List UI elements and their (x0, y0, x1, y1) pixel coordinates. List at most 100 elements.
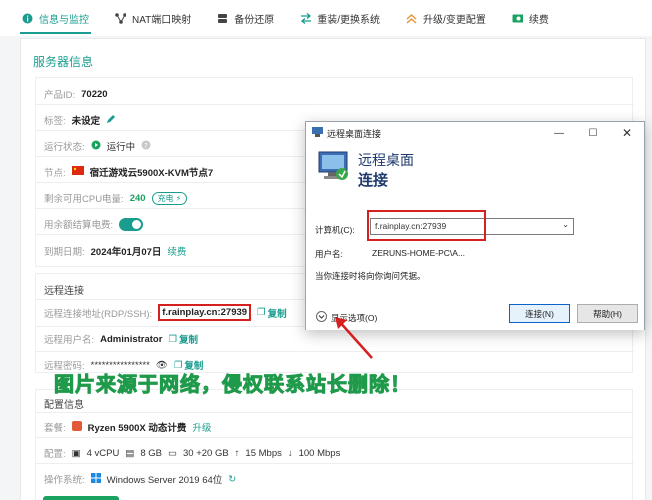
username-label: 用户名: (315, 249, 343, 259)
money-icon (512, 13, 523, 24)
cpu-icon: ▣ (71, 447, 81, 459)
maximize-button[interactable]: ☐ (576, 122, 610, 144)
dialog-heading-line2: 连接 (358, 172, 389, 189)
tab-backup[interactable]: 备份还原 (217, 0, 274, 36)
spec-up: 15 Mbps (245, 447, 282, 459)
cpu-value: 240 (129, 192, 146, 204)
os-value: Windows Server 2019 64位 (106, 475, 223, 486)
action-button[interactable] (43, 496, 119, 500)
spec-ram: 8 GB (140, 447, 162, 459)
cpu-label: 剩余可用CPU电量: (44, 194, 124, 205)
remote-user-value: Administrator (100, 333, 163, 345)
balance-row: 用余额结算电费: (44, 217, 144, 231)
windows-icon (90, 472, 101, 486)
database-icon (217, 13, 228, 24)
tab-info-monitor[interactable]: 信息与监控 (20, 0, 91, 36)
tag-row: 标签: 未设定 (44, 113, 116, 127)
upgrade-link[interactable]: 升级 (192, 420, 211, 434)
tab-label: 升级/变更配置 (423, 14, 486, 26)
spec-disk: 30 +20 GB (182, 447, 229, 459)
help-button[interactable]: 帮助(H) (577, 304, 638, 323)
play-icon (91, 140, 101, 153)
tab-nat[interactable]: NAT端口映射 (115, 0, 191, 36)
amd-icon (71, 420, 82, 434)
balance-toggle[interactable] (119, 217, 144, 231)
plan-value: Ryzen 5900X 动态计费 (87, 423, 187, 434)
dialog-header: 远程桌面 连接 (306, 144, 644, 194)
product-id-row: 产品ID: 70220 (44, 87, 108, 102)
ram-icon: ▤ (125, 447, 135, 459)
expand-circle-icon[interactable] (316, 311, 327, 325)
tag-label: 标签: (44, 116, 66, 127)
rdp-dialog: 远程桌面连接 — ☐ ✕ 远程桌面 连接 计算机(C): f.rainplay.… (305, 121, 645, 330)
page-title: 服务器信息 (33, 55, 94, 69)
tab-label: 续费 (528, 14, 549, 26)
top-nav: 信息与监控 NAT端口映射 备份还原 重装/更换系统 升级/变更配置 续费 (0, 0, 652, 36)
dialog-title: 远程桌面连接 (327, 128, 382, 139)
divider (36, 412, 634, 413)
node-value: 宿迁游戏云5900X-KVM节点7 (89, 168, 214, 179)
watermark-text: 图片来源于网络，侵权联系站长删除！ (54, 374, 411, 397)
help-icon[interactable]: ? (141, 140, 151, 153)
expire-label: 到期日期: (44, 247, 85, 258)
os-row: 操作系统: Windows Server 2019 64位 ↻ (44, 472, 236, 486)
divider (36, 104, 634, 105)
tab-renew[interactable]: 续费 (512, 0, 549, 36)
remote-addr-label: 远程连接地址(RDP/SSH): (44, 308, 153, 320)
svg-text:?: ? (144, 142, 148, 150)
tab-label: 备份还原 (234, 14, 275, 26)
refresh-icon[interactable]: ↻ (228, 474, 236, 485)
copy-addr-button[interactable]: ❐ 复制 (257, 306, 287, 320)
status-row: 运行状态: 运行中 ? (44, 139, 151, 153)
lightning-icon: ⚡ (175, 193, 182, 203)
copy-label: 复制 (178, 335, 198, 346)
rdp-logo-icon (318, 150, 350, 187)
dialog-heading-line1: 远程桌面 (358, 152, 414, 168)
copy-icon: ❐ (257, 307, 266, 318)
upload-icon: ↑ (234, 447, 240, 459)
highlight-box (367, 210, 486, 241)
tab-label: 信息与监控 (39, 14, 89, 26)
tab-label: 重装/更换系统 (317, 14, 381, 26)
computer-label: 计算机(C): (315, 225, 355, 235)
node-label: 节点: (44, 168, 66, 179)
copy-user-button[interactable]: ❐ 复制 (168, 332, 198, 347)
status-label: 运行状态: (44, 142, 85, 153)
remote-user-label: 远程用户名: (44, 335, 95, 346)
spec-cpu: 4 vCPU (86, 447, 120, 459)
remote-addr-value: f.rainplay.cn:27939 (158, 304, 252, 321)
china-flag-icon (71, 166, 84, 178)
spec-down: 100 Mbps (298, 447, 341, 459)
tab-label: NAT端口映射 (132, 14, 192, 26)
divider (36, 437, 634, 438)
arrow-annotation (335, 317, 373, 359)
swap-icon (300, 12, 312, 24)
tag-value: 未设定 (71, 116, 101, 127)
expire-value: 2024年01月07日 (90, 247, 162, 258)
plan-label: 套餐: (44, 423, 66, 434)
minimize-button[interactable]: — (542, 122, 576, 144)
cpu-row: 剩余可用CPU电量: 240 充电 ⚡ (44, 191, 188, 205)
renew-link[interactable]: 续费 (167, 244, 186, 258)
tab-upgrade[interactable]: 升级/变更配置 (406, 0, 486, 36)
edit-icon[interactable] (106, 114, 116, 127)
rdp-small-icon (312, 126, 323, 140)
close-button[interactable]: ✕ (610, 122, 644, 144)
credential-hint: 当你连接时将向你询问凭据。 (315, 271, 426, 281)
status-value: 运行中 (106, 142, 136, 153)
config-panel: 配置信息 套餐: Ryzen 5900X 动态计费 升级 配置: ▣ 4 vCPU… (35, 389, 634, 500)
config-title: 配置信息 (44, 400, 84, 411)
tab-reinstall[interactable]: 重装/更换系统 (300, 0, 380, 36)
download-icon: ↓ (287, 447, 293, 459)
connect-button[interactable]: 连接(N) (509, 304, 570, 323)
charge-button[interactable]: 充电 ⚡ (151, 191, 188, 205)
remote-addr-row: 远程连接地址(RDP/SSH): f.rainplay.cn:27939 ❐ 复制 (44, 304, 287, 321)
spec-label: 配置: (44, 449, 66, 460)
product-id-value: 70220 (81, 88, 108, 100)
disk-icon: ▭ (168, 447, 177, 459)
product-id-label: 产品ID: (44, 90, 76, 101)
os-label: 操作系统: (44, 475, 85, 486)
chevron-down-icon[interactable]: ⌄ (562, 220, 569, 229)
info-icon (22, 13, 33, 24)
remote-title: 远程连接 (44, 286, 84, 297)
